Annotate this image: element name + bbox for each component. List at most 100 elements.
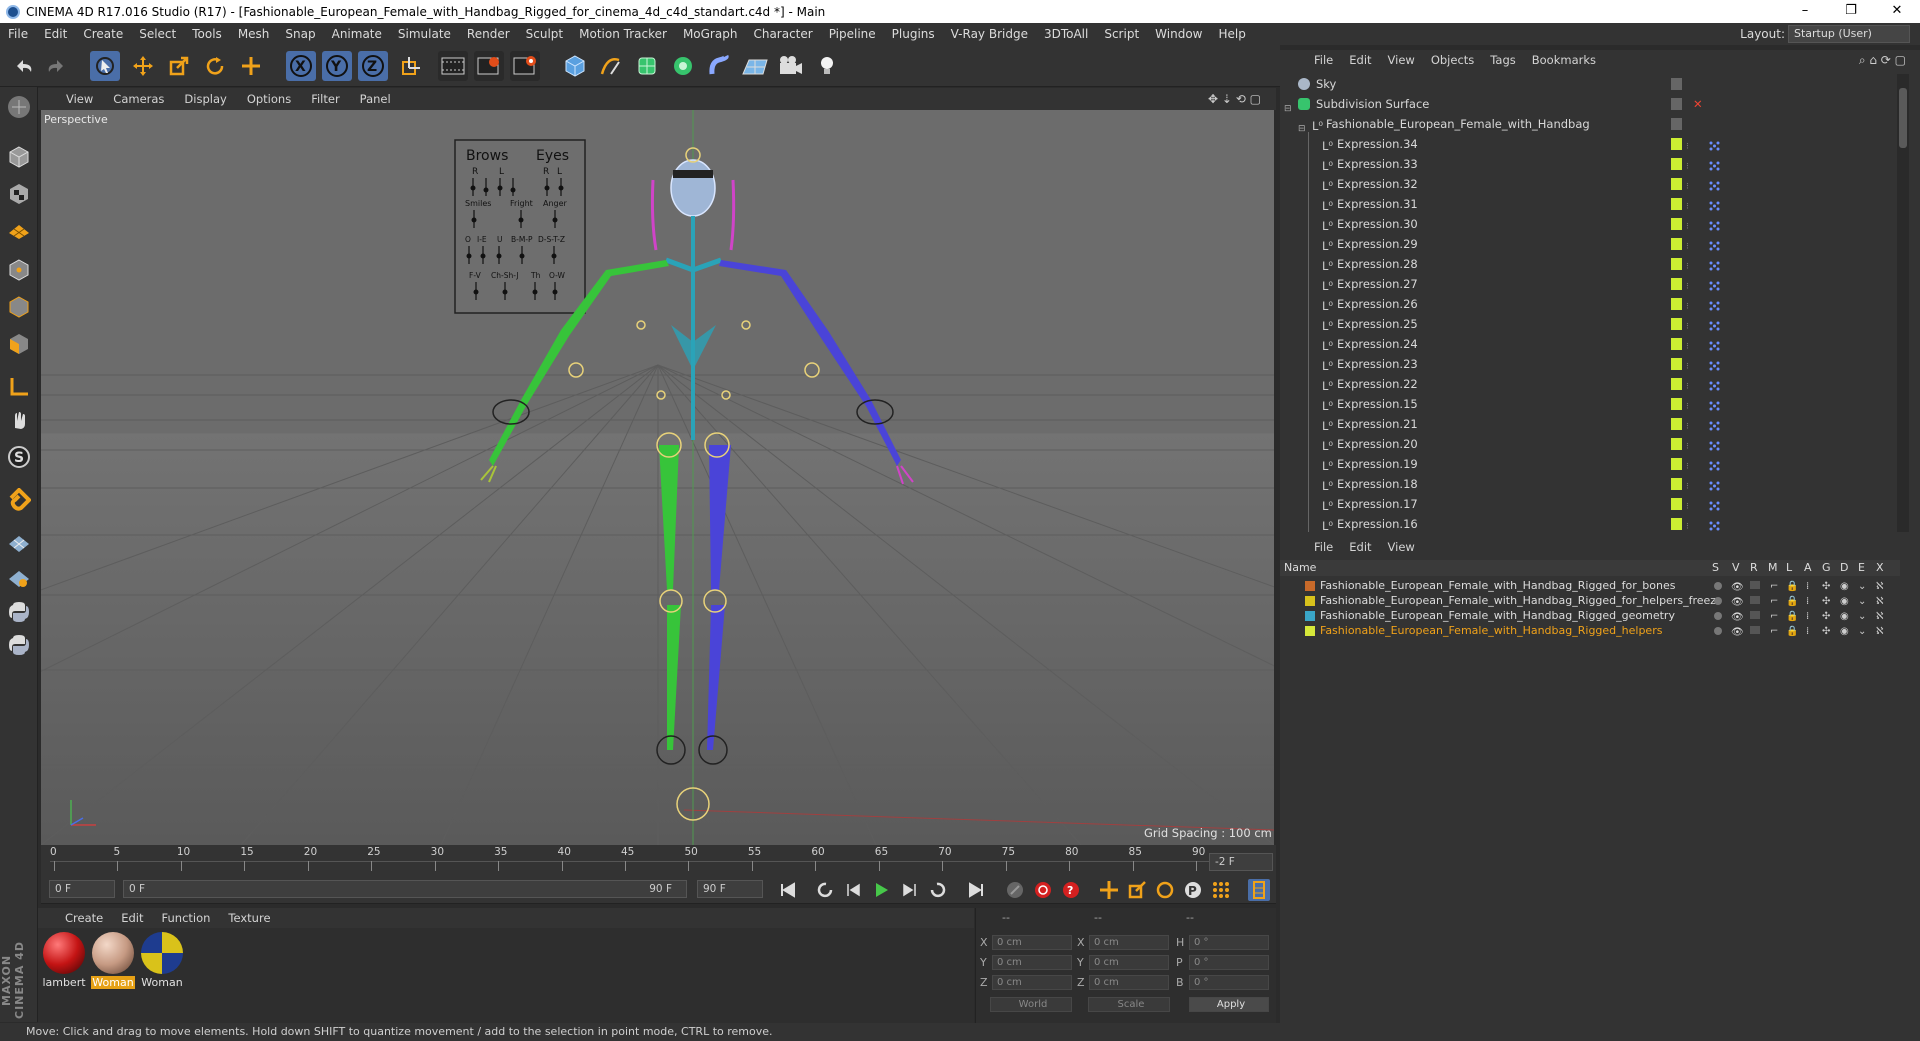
animation-toggle-icon[interactable]: ⁞ bbox=[1806, 624, 1809, 639]
menu-help[interactable]: Help bbox=[1210, 23, 1253, 45]
object-menu-view[interactable]: View bbox=[1380, 53, 1423, 67]
object-row-expression[interactable]: L⁰ Expression.33 ⁝ bbox=[1280, 152, 1898, 174]
object-row-expression[interactable]: L⁰ Expression.22 ⁝ bbox=[1280, 372, 1898, 394]
keyframe-selection-icon[interactable]: ? bbox=[1060, 879, 1082, 901]
layer-menu-file[interactable]: File bbox=[1306, 540, 1341, 554]
object-row-expression[interactable]: L⁰ Expression.18 ⁝ bbox=[1280, 472, 1898, 494]
coordinate-system-icon[interactable] bbox=[396, 51, 426, 81]
layer-color-swatch[interactable] bbox=[1305, 626, 1315, 636]
expression-toggle-icon[interactable]: ⌄ bbox=[1858, 594, 1866, 609]
texture-mode-icon[interactable] bbox=[4, 179, 34, 209]
go-to-end-icon[interactable] bbox=[965, 879, 987, 901]
object-row-expression[interactable]: L⁰ Expression.15 ⁝ bbox=[1280, 392, 1898, 414]
object-row-expression[interactable]: L⁰ Expression.19 ⁝ bbox=[1280, 452, 1898, 474]
viewport-menu-cameras[interactable]: Cameras bbox=[103, 92, 174, 106]
layer-color-chip[interactable] bbox=[1671, 258, 1682, 270]
viewport-menu-display[interactable]: Display bbox=[174, 92, 236, 106]
layer-color-chip[interactable] bbox=[1671, 158, 1682, 170]
object-menu-tags[interactable]: Tags bbox=[1482, 53, 1523, 67]
layer-color-chip[interactable] bbox=[1671, 178, 1682, 190]
close-button[interactable]: ✕ bbox=[1874, 0, 1920, 23]
end-frame-field[interactable]: 90 F bbox=[697, 880, 763, 898]
camera-icon[interactable] bbox=[776, 51, 806, 81]
model-mode-icon[interactable] bbox=[4, 142, 34, 172]
edges-mode-icon[interactable] bbox=[4, 292, 34, 322]
menu-simulate[interactable]: Simulate bbox=[390, 23, 459, 45]
material-menu-edit[interactable]: Edit bbox=[112, 911, 152, 925]
viewport-nav-icon[interactable]: ✥ ⇣ ⟲ ▢ bbox=[1208, 92, 1261, 106]
generator-toggle-icon[interactable]: ✣ bbox=[1822, 609, 1830, 624]
size-mode-select[interactable]: Scale bbox=[1088, 997, 1170, 1012]
points-mode-icon[interactable] bbox=[4, 255, 34, 285]
scale-tool-icon[interactable] bbox=[164, 51, 194, 81]
object-row-expression[interactable]: L⁰ Expression.34 ⁝ bbox=[1280, 132, 1898, 154]
menu-plugins[interactable]: Plugins bbox=[884, 23, 943, 45]
xpresso-tag-icon[interactable] bbox=[1708, 498, 1722, 511]
object-row-expression[interactable]: L⁰ Expression.21 ⁝ bbox=[1280, 412, 1898, 434]
xpresso-tag-icon[interactable] bbox=[1708, 318, 1722, 331]
menu-sculpt[interactable]: Sculpt bbox=[518, 23, 571, 45]
position-z-field[interactable]: 0 cm bbox=[992, 975, 1072, 990]
menu-mesh[interactable]: Mesh bbox=[230, 23, 278, 45]
menu-character[interactable]: Character bbox=[745, 23, 820, 45]
solo-toggle-icon[interactable] bbox=[1714, 627, 1722, 635]
python-plugin-icon[interactable] bbox=[4, 630, 34, 660]
object-row-expression[interactable]: L⁰ Expression.23 ⁝ bbox=[1280, 352, 1898, 374]
minimize-button[interactable]: – bbox=[1782, 0, 1828, 23]
layer-color-chip[interactable] bbox=[1671, 518, 1682, 530]
visibility-toggle[interactable] bbox=[1671, 78, 1682, 90]
material-swatch[interactable]: Woman bbox=[140, 932, 184, 989]
animation-toggle-icon[interactable]: ⁞ bbox=[1806, 579, 1809, 594]
cube-object-icon[interactable] bbox=[560, 51, 590, 81]
layer-color-chip[interactable] bbox=[1671, 358, 1682, 370]
deformer-toggle-icon[interactable]: ◉ bbox=[1840, 624, 1849, 639]
layer-row[interactable]: Fashionable_European_Female_with_Handbag… bbox=[1280, 623, 1900, 638]
xpresso-tag-icon[interactable] bbox=[1708, 258, 1722, 271]
render-toggle-icon[interactable] bbox=[1750, 626, 1760, 634]
previous-key-icon[interactable] bbox=[815, 879, 837, 901]
object-row-expression[interactable]: L⁰ Expression.29 ⁝ bbox=[1280, 232, 1898, 254]
visible-eye-icon[interactable]: 👁 bbox=[1731, 625, 1744, 640]
object-row-subdivision-surface[interactable]: ⊟ Subdivision Surface ✕ bbox=[1280, 94, 1898, 114]
layer-menu-view[interactable]: View bbox=[1380, 540, 1423, 554]
menu-pipeline[interactable]: Pipeline bbox=[821, 23, 884, 45]
object-row-expression[interactable]: L⁰ Expression.25 ⁝ bbox=[1280, 312, 1898, 334]
layer-color-chip[interactable] bbox=[1671, 238, 1682, 250]
menu-render[interactable]: Render bbox=[459, 23, 518, 45]
layer-menu-edit[interactable]: Edit bbox=[1341, 540, 1379, 554]
next-key-icon[interactable] bbox=[926, 879, 948, 901]
material-menu-function[interactable]: Function bbox=[153, 911, 220, 925]
menu-motion-tracker[interactable]: Motion Tracker bbox=[571, 23, 675, 45]
layer-color-chip[interactable] bbox=[1671, 458, 1682, 470]
deformer-toggle-icon[interactable]: ◉ bbox=[1840, 609, 1849, 624]
object-row-character-root[interactable]: ⊟ L⁰ Fashionable_European_Female_with_Ha… bbox=[1280, 114, 1898, 134]
layer-color-chip[interactable] bbox=[1671, 438, 1682, 450]
xpresso-tag-icon[interactable] bbox=[1708, 378, 1722, 391]
spline-pen-icon[interactable] bbox=[596, 51, 626, 81]
xpresso-tag-icon[interactable] bbox=[1708, 418, 1722, 431]
object-row-expression[interactable]: L⁰ Expression.20 ⁝ bbox=[1280, 432, 1898, 454]
xpresso-tag-icon[interactable] bbox=[1708, 358, 1722, 371]
parameter-key-icon[interactable]: P bbox=[1182, 879, 1204, 901]
menu-snap[interactable]: Snap bbox=[277, 23, 323, 45]
go-to-start-icon[interactable] bbox=[777, 879, 799, 901]
rotation-key-icon[interactable] bbox=[1154, 879, 1176, 901]
render-picture-viewer-icon[interactable] bbox=[474, 51, 504, 81]
lock-icon[interactable]: 🔒 bbox=[1786, 624, 1798, 639]
manager-toggle-icon[interactable]: ⌐ bbox=[1770, 579, 1778, 594]
menu-create[interactable]: Create bbox=[75, 23, 131, 45]
object-scrollbar[interactable] bbox=[1897, 74, 1909, 532]
object-menu-edit[interactable]: Edit bbox=[1341, 53, 1379, 67]
render-toggle-icon[interactable] bbox=[1750, 611, 1760, 619]
layer-color-chip[interactable] bbox=[1671, 498, 1682, 510]
layer-color-swatch[interactable] bbox=[1305, 581, 1315, 591]
undo-icon[interactable] bbox=[8, 51, 38, 81]
lock-icon[interactable]: 🔒 bbox=[1786, 579, 1798, 594]
deformer-icon[interactable] bbox=[704, 51, 734, 81]
menu-animate[interactable]: Animate bbox=[324, 23, 390, 45]
layer-row[interactable]: Fashionable_European_Female_with_Handbag… bbox=[1280, 578, 1900, 593]
timeline-window-icon[interactable] bbox=[1248, 879, 1270, 901]
layer-color-chip[interactable] bbox=[1671, 278, 1682, 290]
disabled-x-icon[interactable]: ✕ bbox=[1693, 94, 1703, 114]
xref-toggle-icon[interactable]: ℵ bbox=[1876, 579, 1883, 594]
